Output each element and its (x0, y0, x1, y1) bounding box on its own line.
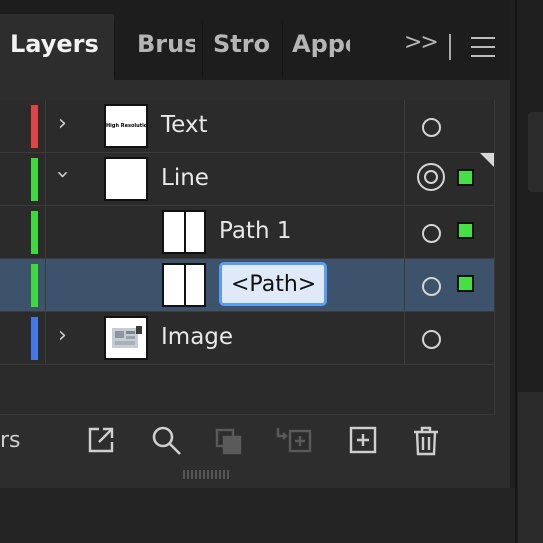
layer-thumbnail (104, 157, 148, 201)
dock-lower-stub (518, 392, 543, 543)
selected-art-indicator[interactable] (457, 222, 474, 239)
dock-divider (515, 0, 517, 543)
layer-name[interactable]: Text (161, 112, 208, 138)
layer-row-path[interactable]: <Path> (0, 259, 494, 312)
export-icon[interactable] (86, 425, 116, 459)
layer-count-label: rs (0, 428, 21, 453)
selected-art-indicator[interactable] (457, 169, 474, 186)
delete-icon[interactable] (411, 425, 441, 461)
move-to-layer-icon (274, 425, 314, 459)
dock-panel-stub (528, 112, 543, 192)
layer-color-swatch (31, 264, 38, 307)
layer-name-edit-field[interactable]: <Path> (219, 262, 327, 306)
tab-layers[interactable]: Layers (10, 30, 99, 58)
more-tabs-icon[interactable]: >> (404, 30, 439, 55)
new-sublayer-icon[interactable] (348, 425, 378, 459)
layer-thumbnail (104, 316, 148, 360)
layer-row-image[interactable]: › Image (0, 312, 494, 365)
target-circle-icon[interactable] (422, 224, 441, 243)
layer-name[interactable]: Image (161, 324, 233, 350)
layer-row-text[interactable]: › High Resolution Text (0, 100, 494, 153)
layer-color-swatch (31, 211, 38, 254)
panel-menu-icon[interactable] (471, 37, 495, 57)
targeted-circle-icon[interactable] (417, 163, 445, 191)
target-circle-icon[interactable] (422, 277, 441, 296)
tab-divider (114, 22, 115, 78)
layer-thumbnail (162, 210, 206, 254)
layer-name[interactable]: Line (161, 165, 209, 191)
layer-thumbnail (162, 263, 206, 307)
layer-row-path-1[interactable]: Path 1 (0, 206, 494, 259)
layer-color-swatch (31, 158, 38, 201)
panel-resize-grip[interactable] (183, 470, 231, 480)
layer-thumbnail: High Resolution (104, 104, 148, 148)
locate-object-icon[interactable] (151, 425, 183, 461)
target-circle-icon[interactable] (422, 118, 441, 137)
tab-bar-separator (449, 34, 451, 60)
layer-color-swatch (31, 105, 38, 148)
expand-chevron-icon[interactable]: › (58, 111, 67, 136)
tab-stroke[interactable]: Strol (213, 30, 271, 58)
tab-divider (202, 22, 203, 78)
app-background (0, 488, 515, 543)
current-layer-indicator-icon (480, 153, 494, 167)
layer-color-swatch (31, 317, 38, 360)
layers-list: › High Resolution Text › Line Path 1 (0, 100, 495, 415)
target-circle-icon[interactable] (422, 330, 441, 349)
tab-appearance[interactable]: Appe (292, 30, 350, 58)
layer-row-line[interactable]: › Line (0, 153, 494, 206)
tab-brushes[interactable]: Brus (137, 30, 195, 58)
tab-divider (282, 22, 283, 78)
collapse-chevron-icon[interactable]: › (50, 170, 75, 179)
expand-chevron-icon[interactable]: › (58, 323, 67, 348)
clipping-mask-icon (214, 425, 244, 459)
layer-name[interactable]: Path 1 (219, 218, 291, 244)
selected-art-indicator[interactable] (457, 275, 474, 292)
